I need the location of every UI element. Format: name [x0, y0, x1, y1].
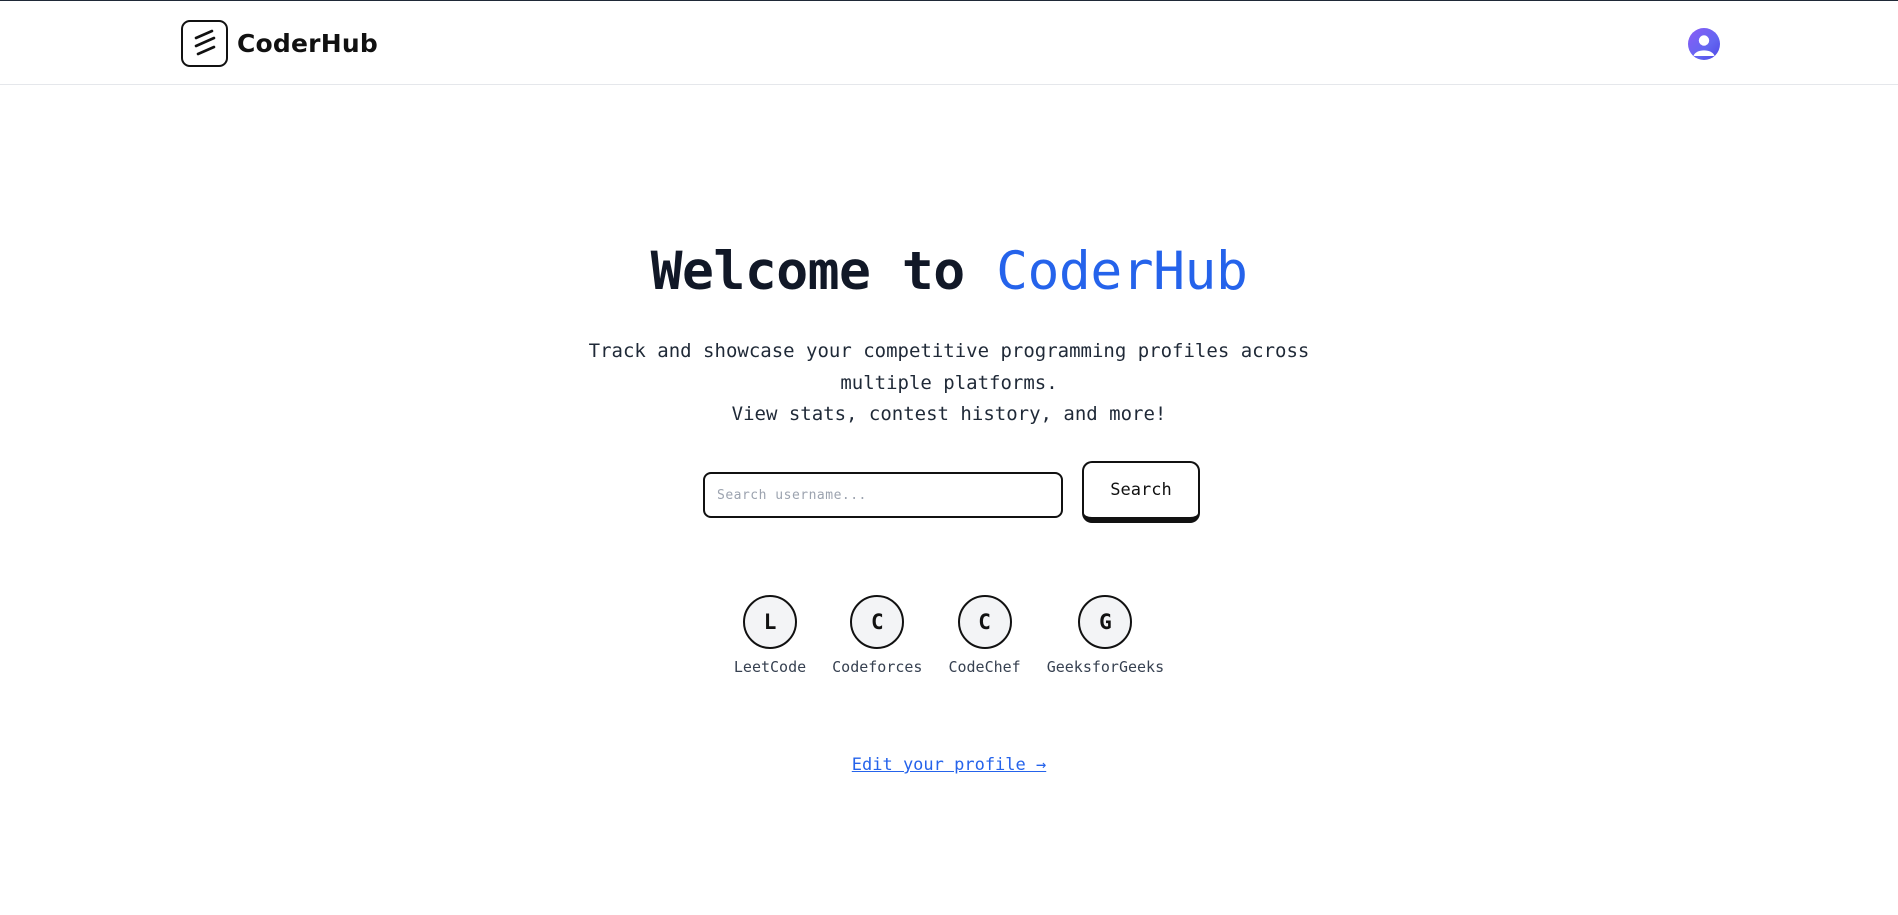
search-input[interactable] [703, 472, 1063, 518]
tagline-line-3: View stats, contest history, and more! [731, 403, 1167, 425]
title-prefix: Welcome to [650, 241, 966, 302]
page-title: Welcome to CoderHub [0, 240, 1898, 304]
tagline: Track and showcase your competitive prog… [0, 336, 1898, 431]
three-slashes-icon [181, 19, 228, 67]
edit-profile-link[interactable]: Edit your profile → [0, 755, 1898, 775]
platform-label: LeetCode [733, 658, 807, 676]
search-bar: Search [703, 461, 1200, 523]
platform-label: CodeChef [948, 658, 1021, 676]
title-accent: CoderHub [996, 241, 1248, 302]
brand-name: CoderHub [237, 28, 378, 58]
platform-initial: G [1078, 595, 1133, 649]
platform-initial: C [957, 595, 1012, 649]
platform-geeksforgeeks[interactable]: G GeeksforGeeks [1047, 595, 1164, 676]
tagline-line-2: multiple platforms. [840, 371, 1058, 394]
hero: Welcome to CoderHub [0, 240, 1898, 304]
brand[interactable]: CoderHub [181, 19, 378, 67]
platform-initial: L [743, 595, 798, 649]
platform-codechef[interactable]: C CodeChef [948, 595, 1021, 676]
platform-leetcode[interactable]: L LeetCode [734, 595, 806, 676]
tagline-line-1: Track and showcase your competitive prog… [588, 340, 1310, 362]
navbar: CoderHub [0, 1, 1898, 85]
platform-list: L LeetCode C Codeforces C CodeChef G Gee… [0, 595, 1898, 676]
platform-label: GeeksforGeeks [1046, 658, 1165, 676]
platform-label: Codeforces [832, 658, 923, 676]
search-button[interactable]: Search [1082, 461, 1200, 523]
platform-codeforces[interactable]: C Codeforces [832, 595, 922, 676]
user-avatar-icon[interactable] [1688, 28, 1720, 60]
platform-initial: C [850, 595, 905, 649]
